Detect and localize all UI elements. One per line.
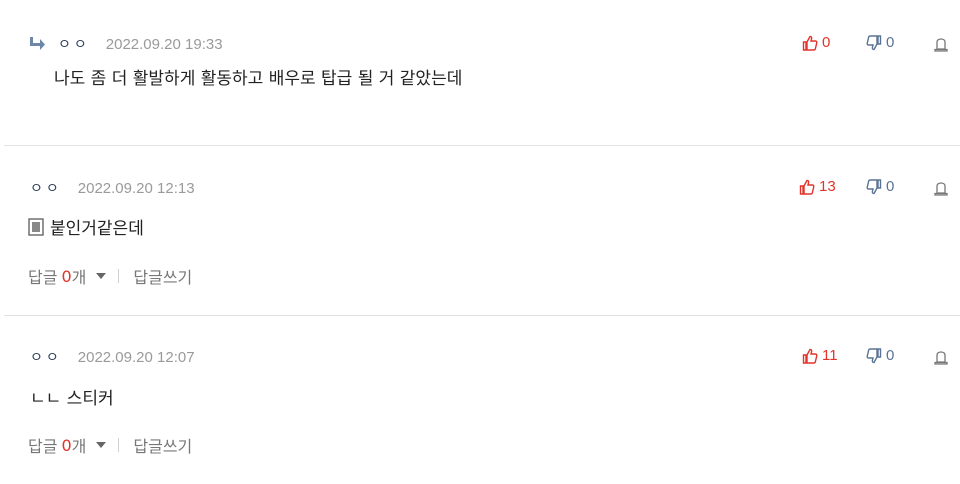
like-count: 11 <box>822 347 838 364</box>
reply-label: 답글 <box>28 437 58 456</box>
like-button[interactable]: 11 <box>802 347 838 364</box>
comment-author[interactable]: ㅇㅇ <box>30 347 62 367</box>
reply-count: 0 <box>61 266 72 286</box>
comment-author[interactable]: ㅇㅇ <box>58 34 90 54</box>
comment-meta: ㅇㅇ 2022.09.20 19:33 <box>28 34 223 54</box>
report-button[interactable] <box>934 37 948 56</box>
report-button[interactable] <box>934 181 948 200</box>
dislike-button[interactable]: 0 <box>866 347 894 364</box>
comment-date: 2022.09.20 12:07 <box>77 348 195 366</box>
chevron-down-icon <box>96 273 107 279</box>
reply-unit: 개 <box>71 437 87 456</box>
reply-row: 답글 0 개 답글쓰기 <box>28 433 192 457</box>
comment-text-content: 붙인거같은데 <box>50 219 144 239</box>
thumbs-down-icon <box>866 347 882 363</box>
reply-unit: 개 <box>71 268 87 287</box>
thumbs-up-icon <box>802 35 818 51</box>
reply-toggle[interactable]: 답글 0 개 <box>28 433 118 457</box>
reply-toggle[interactable]: 답글 0 개 <box>28 264 118 288</box>
thumbs-down-icon <box>866 34 882 50</box>
like-button[interactable]: 0 <box>802 34 830 51</box>
separator <box>118 438 120 452</box>
chevron-down-icon <box>96 442 107 448</box>
dislike-button[interactable]: 0 <box>866 34 894 51</box>
comment-divider <box>4 145 960 146</box>
comment-text: 나도 좀 더 활발하게 활동하고 배우로 탑급 될 거 같았는데 <box>54 69 463 89</box>
reply-arrow-icon <box>30 37 45 50</box>
sticker-icon <box>28 217 44 236</box>
thumbs-down-icon <box>866 178 882 194</box>
comment-meta: ㅇㅇ 2022.09.20 12:13 <box>30 178 195 198</box>
comment-divider <box>4 315 960 316</box>
report-button[interactable] <box>934 350 948 369</box>
reply-label: 답글 <box>28 268 58 287</box>
dislike-count: 0 <box>886 347 895 364</box>
thumbs-up-icon <box>802 348 818 364</box>
dislike-count: 0 <box>886 178 895 195</box>
like-button[interactable]: 13 <box>799 178 836 195</box>
report-icon <box>934 351 948 365</box>
separator <box>118 269 120 283</box>
comment-meta: ㅇㅇ 2022.09.20 12:07 <box>30 347 195 367</box>
comment-date: 2022.09.20 19:33 <box>105 35 223 53</box>
report-icon <box>934 38 948 52</box>
reply-count: 0 <box>61 435 72 455</box>
thumbs-up-icon <box>799 179 815 195</box>
write-reply-link[interactable]: 답글쓰기 <box>133 433 192 457</box>
like-count: 0 <box>822 34 831 51</box>
report-icon <box>934 182 948 196</box>
comment-text: ㄴㄴ 스티커 <box>30 389 114 409</box>
comment-date: 2022.09.20 12:13 <box>77 179 195 197</box>
reply-row: 답글 0 개 답글쓰기 <box>28 264 192 288</box>
write-reply-link[interactable]: 답글쓰기 <box>133 264 192 288</box>
like-count: 13 <box>819 178 836 195</box>
dislike-button[interactable]: 0 <box>866 178 894 195</box>
comment-text: 붙인거같은데 <box>28 214 144 239</box>
comment-author[interactable]: ㅇㅇ <box>30 178 62 198</box>
dislike-count: 0 <box>886 34 895 51</box>
